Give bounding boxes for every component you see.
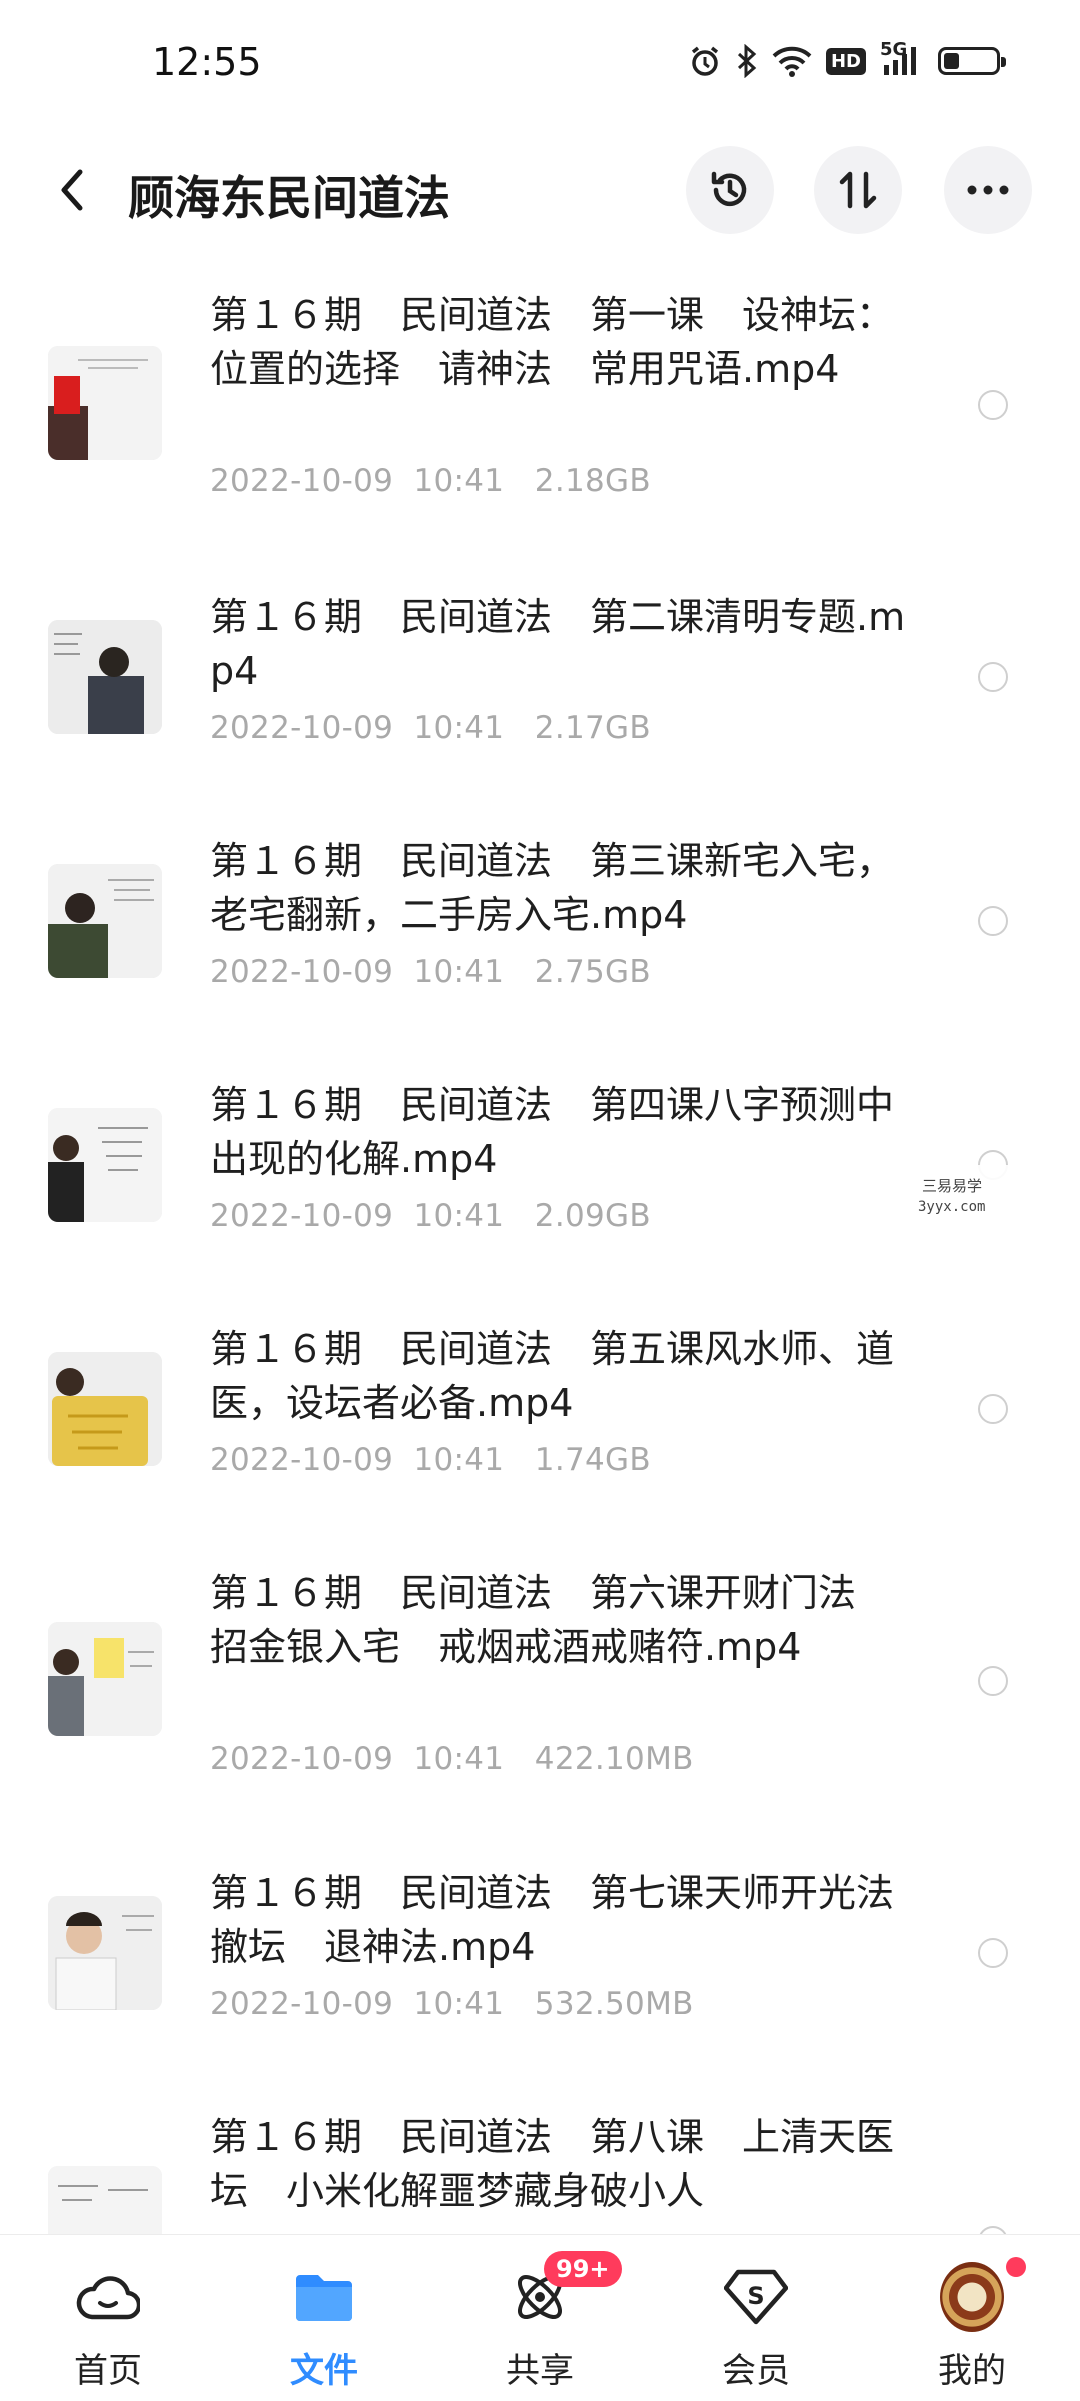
history-icon [711, 171, 747, 207]
nav-home[interactable]: 首页 [28, 2235, 188, 2401]
status-time: 12:55 [152, 40, 262, 84]
file-date: 2022-10-09 [210, 463, 394, 499]
more-button[interactable] [944, 146, 1032, 234]
file-size: 1.74GB [534, 1442, 651, 1478]
file-list[interactable]: 第１６期 民间道法 第一课 设神坛：位置的选择 请神法 常用咒语.mp4 202… [0, 250, 1080, 2250]
file-size: 2.09GB [534, 1198, 651, 1234]
file-date: 2022-10-09 [210, 954, 394, 990]
network-label: 5G [880, 39, 908, 60]
file-meta: 2022-10-09 10:41 2.18GB [210, 463, 651, 499]
video-thumbnail [48, 620, 162, 734]
select-radio[interactable] [978, 390, 1008, 420]
watermark-url: 3yyx.com [918, 1199, 986, 1215]
file-date: 2022-10-09 [210, 710, 394, 746]
file-size: 422.10MB [534, 1741, 694, 1777]
nav-label: 文件 [290, 2351, 358, 2391]
video-thumbnail [48, 1896, 162, 2010]
nav-label: 共享 [506, 2351, 574, 2391]
battery-icon [938, 47, 1006, 75]
file-time: 10:41 [413, 1198, 505, 1234]
svg-text:S: S [747, 2282, 764, 2310]
page-title: 顾海东民间道法 [128, 171, 450, 225]
header: 顾海东民间道法 [0, 130, 1080, 250]
file-time: 10:41 [413, 1741, 505, 1777]
history-button[interactable] [686, 146, 774, 234]
list-item[interactable]: 第１６期 民间道法 第五课风水师、道医，设坛者必备.mp4 2022-10-09… [0, 1322, 1080, 1532]
list-item[interactable]: 第１６期 民间道法 第八课 上清天医坛 小米化解噩梦藏身破小人 [0, 2110, 1080, 2250]
file-meta: 2022-10-09 10:41 2.09GB [210, 1198, 651, 1234]
file-name: 第１６期 民间道法 第二课清明专题.mp4 [210, 595, 906, 693]
file-name: 第１６期 民间道法 第六课开财门法 招金银入宅 戒烟戒酒戒赌符.mp4 [210, 1571, 895, 1669]
file-size: 532.50MB [534, 1986, 694, 2022]
file-time: 10:41 [413, 954, 505, 990]
file-time: 10:41 [413, 1442, 505, 1478]
file-time: 10:41 [413, 1986, 505, 2022]
notification-badge: 99+ [544, 2251, 622, 2287]
video-thumbnail [48, 1108, 162, 1222]
video-thumbnail [48, 1622, 162, 1736]
file-time: 10:41 [413, 710, 505, 746]
video-thumbnail [48, 1352, 162, 1466]
nav-me[interactable]: 我的 [892, 2235, 1052, 2401]
file-meta: 2022-10-09 10:41 532.50MB [210, 1986, 694, 2022]
watermark-name: 三易易学 [922, 1177, 983, 1195]
video-thumbnail [48, 346, 162, 460]
file-size: 2.17GB [534, 710, 651, 746]
vip-diamond-icon: S [724, 2265, 788, 2329]
sort-icon [839, 171, 877, 209]
list-item[interactable]: 第１６期 民间道法 第一课 设神坛：位置的选择 请神法 常用咒语.mp4 202… [0, 288, 1080, 558]
more-icon [967, 185, 1009, 195]
nav-share[interactable]: 99+ 共享 [460, 2235, 622, 2401]
back-arrow-icon [61, 169, 83, 211]
file-date: 2022-10-09 [210, 1198, 394, 1234]
bottom-nav: 首页 文件 99+ 共享 S 会员 我的 [0, 2234, 1080, 2401]
sort-button[interactable] [814, 146, 902, 234]
nav-label: 会员 [722, 2351, 790, 2391]
folder-icon [292, 2265, 356, 2329]
list-item[interactable]: 第１６期 民间道法 第三课新宅入宅，老宅翻新，二手房入宅.mp4 2022-10… [0, 834, 1080, 1044]
select-radio[interactable] [978, 906, 1008, 936]
file-name: 第１６期 民间道法 第五课风水师、道医，设坛者必备.mp4 [210, 1327, 895, 1425]
select-radio[interactable] [978, 1938, 1008, 1968]
select-radio[interactable] [978, 1394, 1008, 1424]
nav-label: 首页 [74, 2351, 142, 2391]
wifi-icon [772, 45, 812, 77]
5g-signal-icon: 5G [880, 39, 924, 77]
list-item[interactable]: 第１６期 民间道法 第六课开财门法 招金银入宅 戒烟戒酒戒赌符.mp4 2022… [0, 1566, 1080, 1836]
avatar [940, 2262, 1004, 2332]
file-date: 2022-10-09 [210, 1986, 394, 2022]
list-item[interactable]: 第１６期 民间道法 第七课天师开光法 撤坛 退神法.mp4 2022-10-09… [0, 1866, 1080, 2076]
file-name: 第１６期 民间道法 第七课天师开光法 撤坛 退神法.mp4 [210, 1871, 933, 1969]
file-time: 10:41 [413, 463, 505, 499]
file-date: 2022-10-09 [210, 1442, 394, 1478]
file-meta: 2022-10-09 10:41 422.10MB [210, 1741, 694, 1777]
nav-label: 我的 [938, 2351, 1006, 2391]
file-date: 2022-10-09 [210, 1741, 394, 1777]
list-item[interactable]: 第１６期 民间道法 第二课清明专题.mp4 2022-10-09 10:41 2… [0, 590, 1080, 800]
nav-files[interactable]: 文件 [244, 2235, 404, 2401]
bluetooth-icon [736, 44, 758, 78]
alarm-icon [688, 44, 722, 78]
file-name: 第１６期 民间道法 第八课 上清天医坛 小米化解噩梦藏身破小人 [210, 2115, 895, 2213]
file-meta: 2022-10-09 10:41 2.17GB [210, 710, 651, 746]
file-size: 2.18GB [534, 463, 651, 499]
status-icons: HD 5G [688, 39, 1006, 78]
select-radio[interactable] [978, 662, 1008, 692]
cloud-home-icon [76, 2265, 140, 2329]
hd-icon: HD [825, 47, 866, 75]
file-meta: 2022-10-09 10:41 2.75GB [210, 954, 651, 990]
watermark: 三易易学 3yyx.com [826, 1165, 1066, 1231]
file-name: 第１６期 民间道法 第三课新宅入宅，老宅翻新，二手房入宅.mp4 [210, 839, 895, 937]
file-size: 2.75GB [534, 954, 651, 990]
status-bar: 12:55 HD 5G [0, 0, 1080, 130]
back-button[interactable] [44, 160, 100, 220]
notification-dot [1006, 2257, 1026, 2277]
file-name: 第１６期 民间道法 第一课 设神坛：位置的选择 请神法 常用咒语.mp4 [210, 293, 895, 391]
file-meta: 2022-10-09 10:41 1.74GB [210, 1442, 651, 1478]
file-name: 第１６期 民间道法 第四课八字预测中出现的化解.mp4 [210, 1083, 895, 1181]
select-radio[interactable] [978, 1666, 1008, 1696]
nav-vip[interactable]: S 会员 [676, 2235, 836, 2401]
video-thumbnail [48, 864, 162, 978]
